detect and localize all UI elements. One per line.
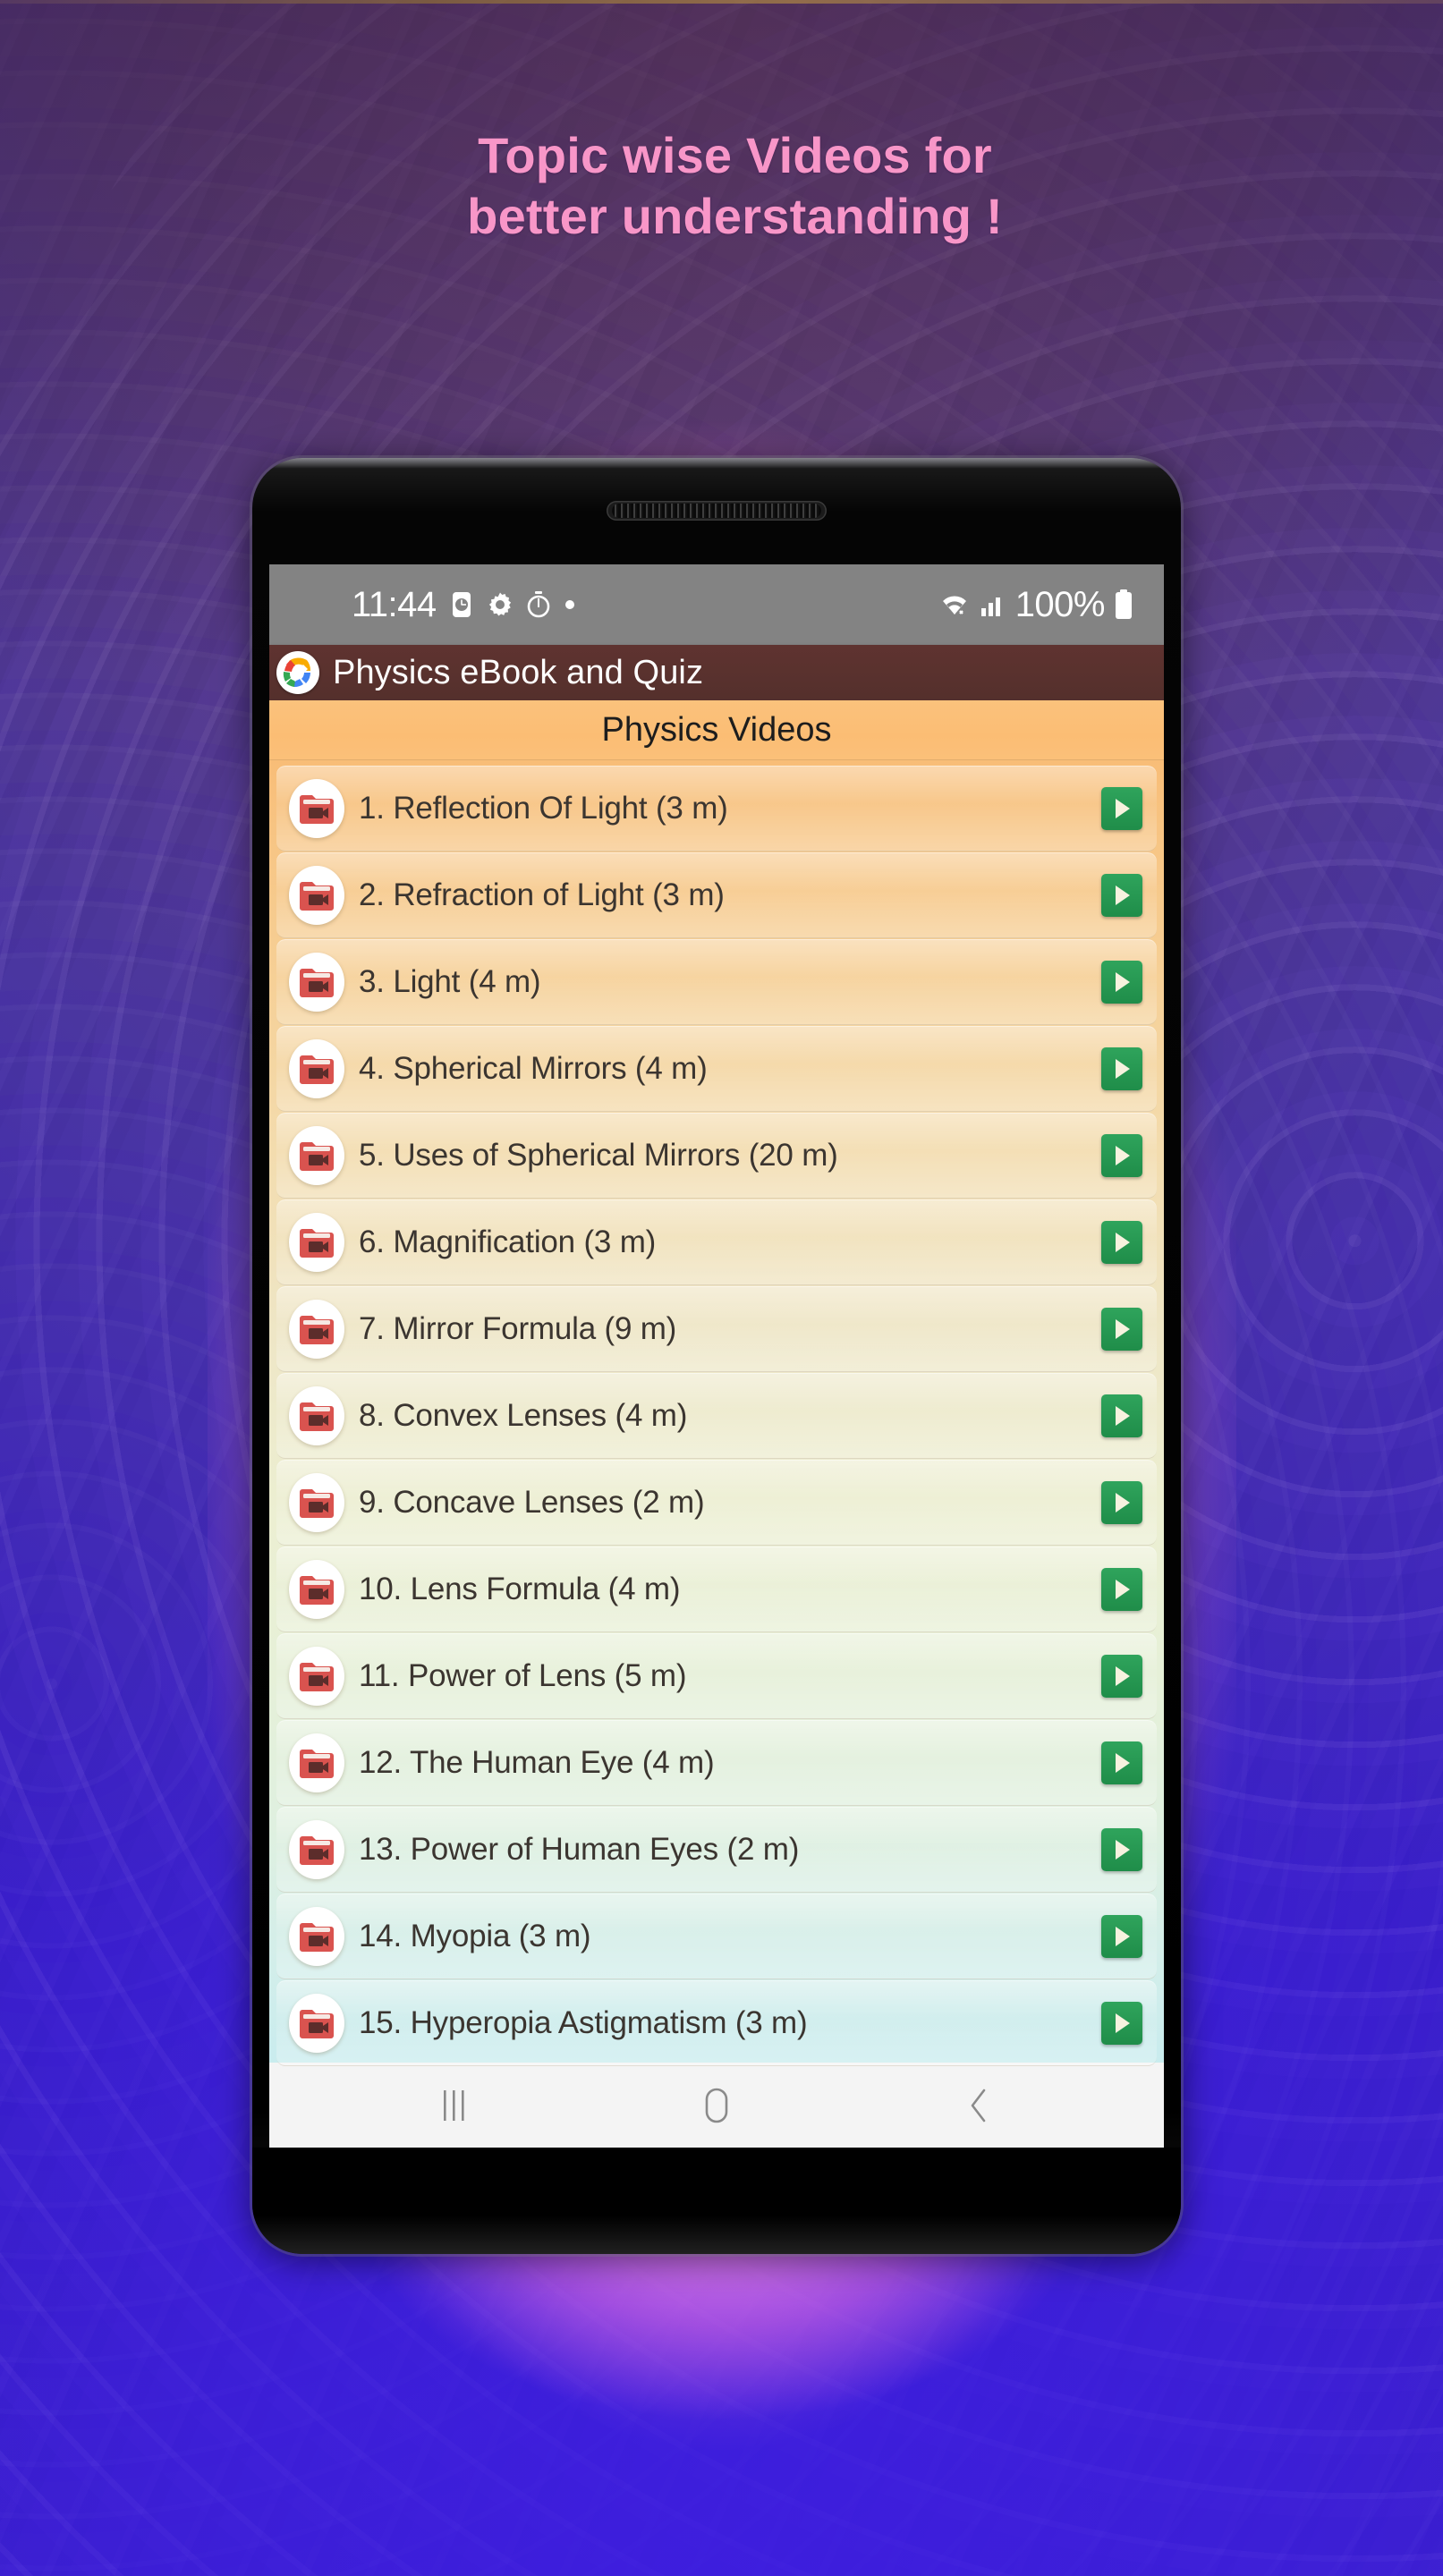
cellular-signal-icon — [980, 591, 1006, 618]
phone-top-highlight — [265, 458, 1168, 469]
home-icon[interactable] — [663, 2074, 770, 2137]
video-list-item-label: 6. Magnification (3 m) — [359, 1224, 657, 1259]
wifi-icon — [938, 591, 971, 618]
play-icon[interactable] — [1101, 1394, 1142, 1437]
recents-icon[interactable] — [401, 2074, 508, 2137]
video-folder-icon — [289, 1385, 344, 1445]
video-list-item-label: 14. Myopia (3 m) — [359, 1918, 591, 1953]
video-list-item-label: 9. Concave Lenses (2 m) — [359, 1484, 705, 1520]
battery-percentage: 100% — [1014, 584, 1106, 624]
app-title: Physics eBook and Quiz — [333, 653, 704, 691]
gear-icon — [487, 591, 514, 618]
video-list-item-label: 12. The Human Eye (4 m) — [359, 1744, 715, 1780]
status-bar-left: 11:44 — [352, 585, 576, 625]
app-logo-icon — [276, 651, 319, 694]
video-folder-icon — [289, 1472, 344, 1532]
back-icon[interactable] — [925, 2074, 1032, 2137]
video-folder-icon — [289, 1559, 344, 1619]
video-folder-icon — [289, 1212, 344, 1272]
play-icon[interactable] — [1101, 1654, 1142, 1698]
video-list-item[interactable]: 4. Spherical Mirrors (4 m) — [276, 1026, 1157, 1112]
video-list-item[interactable]: 2. Refraction of Light (3 m) — [276, 852, 1157, 938]
dot-icon — [564, 598, 576, 611]
earpiece-speaker-icon — [607, 501, 827, 521]
video-folder-icon — [289, 1125, 344, 1185]
video-folder-icon — [289, 1038, 344, 1098]
video-list-item-label: 7. Mirror Formula (9 m) — [359, 1310, 677, 1346]
video-list: 1. Reflection Of Light (3 m) 2. Refracti… — [269, 760, 1164, 2066]
video-list-item-label: 4. Spherical Mirrors (4 m) — [359, 1050, 708, 1086]
play-icon[interactable] — [1101, 1133, 1142, 1177]
play-icon[interactable] — [1101, 1914, 1142, 1958]
video-list-item-label: 2. Refraction of Light (3 m) — [359, 877, 725, 912]
play-icon[interactable] — [1101, 1741, 1142, 1784]
video-list-item[interactable]: 8. Convex Lenses (4 m) — [276, 1373, 1157, 1459]
play-icon[interactable] — [1101, 873, 1142, 917]
video-list-item[interactable]: 9. Concave Lenses (2 m) — [276, 1460, 1157, 1546]
status-bar: 11:44 100% — [269, 564, 1164, 645]
play-icon[interactable] — [1101, 1307, 1142, 1351]
video-list-item[interactable]: 5. Uses of Spherical Mirrors (20 m) — [276, 1113, 1157, 1199]
video-list-item-label: 8. Convex Lenses (4 m) — [359, 1397, 688, 1433]
alarm-clock-icon — [450, 591, 473, 618]
phone-bottom-bezel — [252, 2148, 1181, 2254]
timer-icon — [527, 591, 550, 618]
promo-headline-line-2: better understanding ! — [467, 188, 1003, 245]
video-folder-icon — [289, 1993, 344, 2053]
video-list-item-label: 1. Reflection Of Light (3 m) — [359, 790, 728, 826]
video-list-item-label: 10. Lens Formula (4 m) — [359, 1571, 681, 1606]
speaker-mesh — [612, 504, 821, 518]
play-icon[interactable] — [1101, 1220, 1142, 1264]
video-list-item[interactable]: 10. Lens Formula (4 m) — [276, 1546, 1157, 1632]
video-list-item[interactable]: 1. Reflection Of Light (3 m) — [276, 766, 1157, 852]
video-folder-icon — [289, 865, 344, 925]
video-folder-icon — [289, 1299, 344, 1359]
video-list-item[interactable]: 6. Magnification (3 m) — [276, 1199, 1157, 1285]
status-bar-right: 100% — [938, 585, 1133, 625]
video-list-item[interactable]: 11. Power of Lens (5 m) — [276, 1633, 1157, 1719]
phone-frame: 11:44 100% Physics eBook and Quiz Physic… — [252, 458, 1181, 2254]
play-icon[interactable] — [1101, 1827, 1142, 1871]
promo-headline: Topic wise Videos for better understandi… — [0, 125, 1443, 248]
video-list-item-label: 5. Uses of Spherical Mirrors (20 m) — [359, 1137, 838, 1173]
video-list-item[interactable]: 3. Light (4 m) — [276, 939, 1157, 1025]
video-folder-icon — [289, 1906, 344, 1966]
video-list-item-label: 15. Hyperopia Astigmatism (3 m) — [359, 2004, 808, 2040]
battery-full-icon — [1114, 589, 1133, 620]
video-folder-icon — [289, 952, 344, 1012]
video-list-item-label: 13. Power of Human Eyes (2 m) — [359, 1831, 800, 1867]
promo-headline-line-1: Topic wise Videos for — [478, 127, 992, 183]
video-list-item[interactable]: 15. Hyperopia Astigmatism (3 m) — [276, 1980, 1157, 2066]
play-icon[interactable] — [1101, 1480, 1142, 1524]
play-icon[interactable] — [1101, 2001, 1142, 2045]
video-list-item[interactable]: 14. Myopia (3 m) — [276, 1894, 1157, 1979]
video-folder-icon — [289, 778, 344, 838]
status-bar-clock: 11:44 — [352, 584, 437, 624]
video-folder-icon — [289, 1733, 344, 1792]
app-bar: Physics eBook and Quiz — [269, 645, 1164, 700]
page-header: Physics Videos — [269, 700, 1164, 760]
video-list-item[interactable]: 13. Power of Human Eyes (2 m) — [276, 1807, 1157, 1893]
play-icon[interactable] — [1101, 960, 1142, 1004]
background-top-edge-line — [0, 0, 1443, 4]
phone-screen: 11:44 100% Physics eBook and Quiz Physic… — [269, 564, 1164, 2148]
video-list-item[interactable]: 7. Mirror Formula (9 m) — [276, 1286, 1157, 1372]
video-list-item-label: 11. Power of Lens (5 m) — [359, 1657, 687, 1693]
video-list-item-label: 3. Light (4 m) — [359, 963, 541, 999]
screenshot-stage: Topic wise Videos for better understandi… — [0, 0, 1443, 2576]
play-icon[interactable] — [1101, 1046, 1142, 1090]
android-nav-bar — [269, 2063, 1164, 2148]
video-folder-icon — [289, 1819, 344, 1879]
play-icon[interactable] — [1101, 786, 1142, 830]
page-title: Physics Videos — [601, 710, 832, 749]
video-list-item[interactable]: 12. The Human Eye (4 m) — [276, 1720, 1157, 1806]
video-folder-icon — [289, 1646, 344, 1706]
play-icon[interactable] — [1101, 1567, 1142, 1611]
